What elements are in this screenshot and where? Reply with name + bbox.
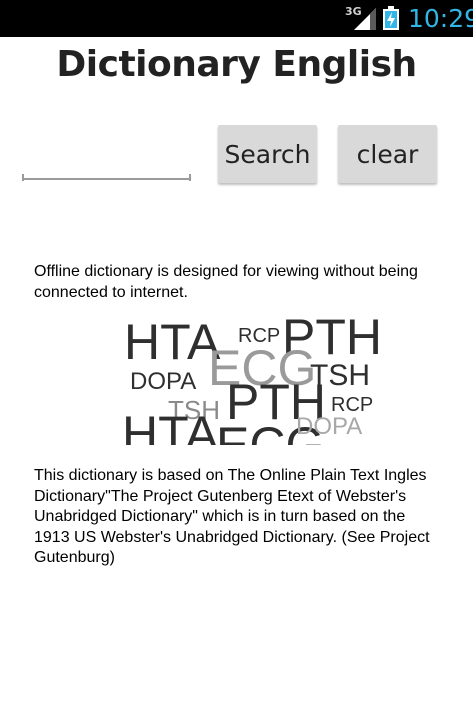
battery-icon: [383, 6, 399, 30]
cloud-word: RCP: [331, 394, 374, 416]
input-underline-tick: [22, 174, 24, 181]
word-cloud-image: HTA RCP PTH ECG DOPA TSH PTH TSH RCP HTA…: [120, 315, 380, 445]
clear-button[interactable]: clear: [338, 125, 437, 183]
clock: 10:29: [408, 4, 473, 33]
app-title: Dictionary English: [56, 44, 417, 85]
intro-text: Offline dictionary is designed for viewi…: [34, 263, 418, 301]
search-input[interactable]: [22, 148, 191, 180]
cloud-word: DOPA: [296, 413, 363, 440]
status-bar: 3G 10:29: [0, 0, 473, 37]
cloud-word: HTA: [124, 315, 221, 370]
cloud-word: HTA: [122, 406, 219, 445]
about-text: This dictionary is based on The Online P…: [34, 467, 430, 566]
cloud-word: DOPA: [130, 368, 197, 395]
signal-icon: [354, 8, 376, 30]
input-underline-tick: [189, 174, 191, 181]
search-button[interactable]: Search: [218, 125, 317, 183]
